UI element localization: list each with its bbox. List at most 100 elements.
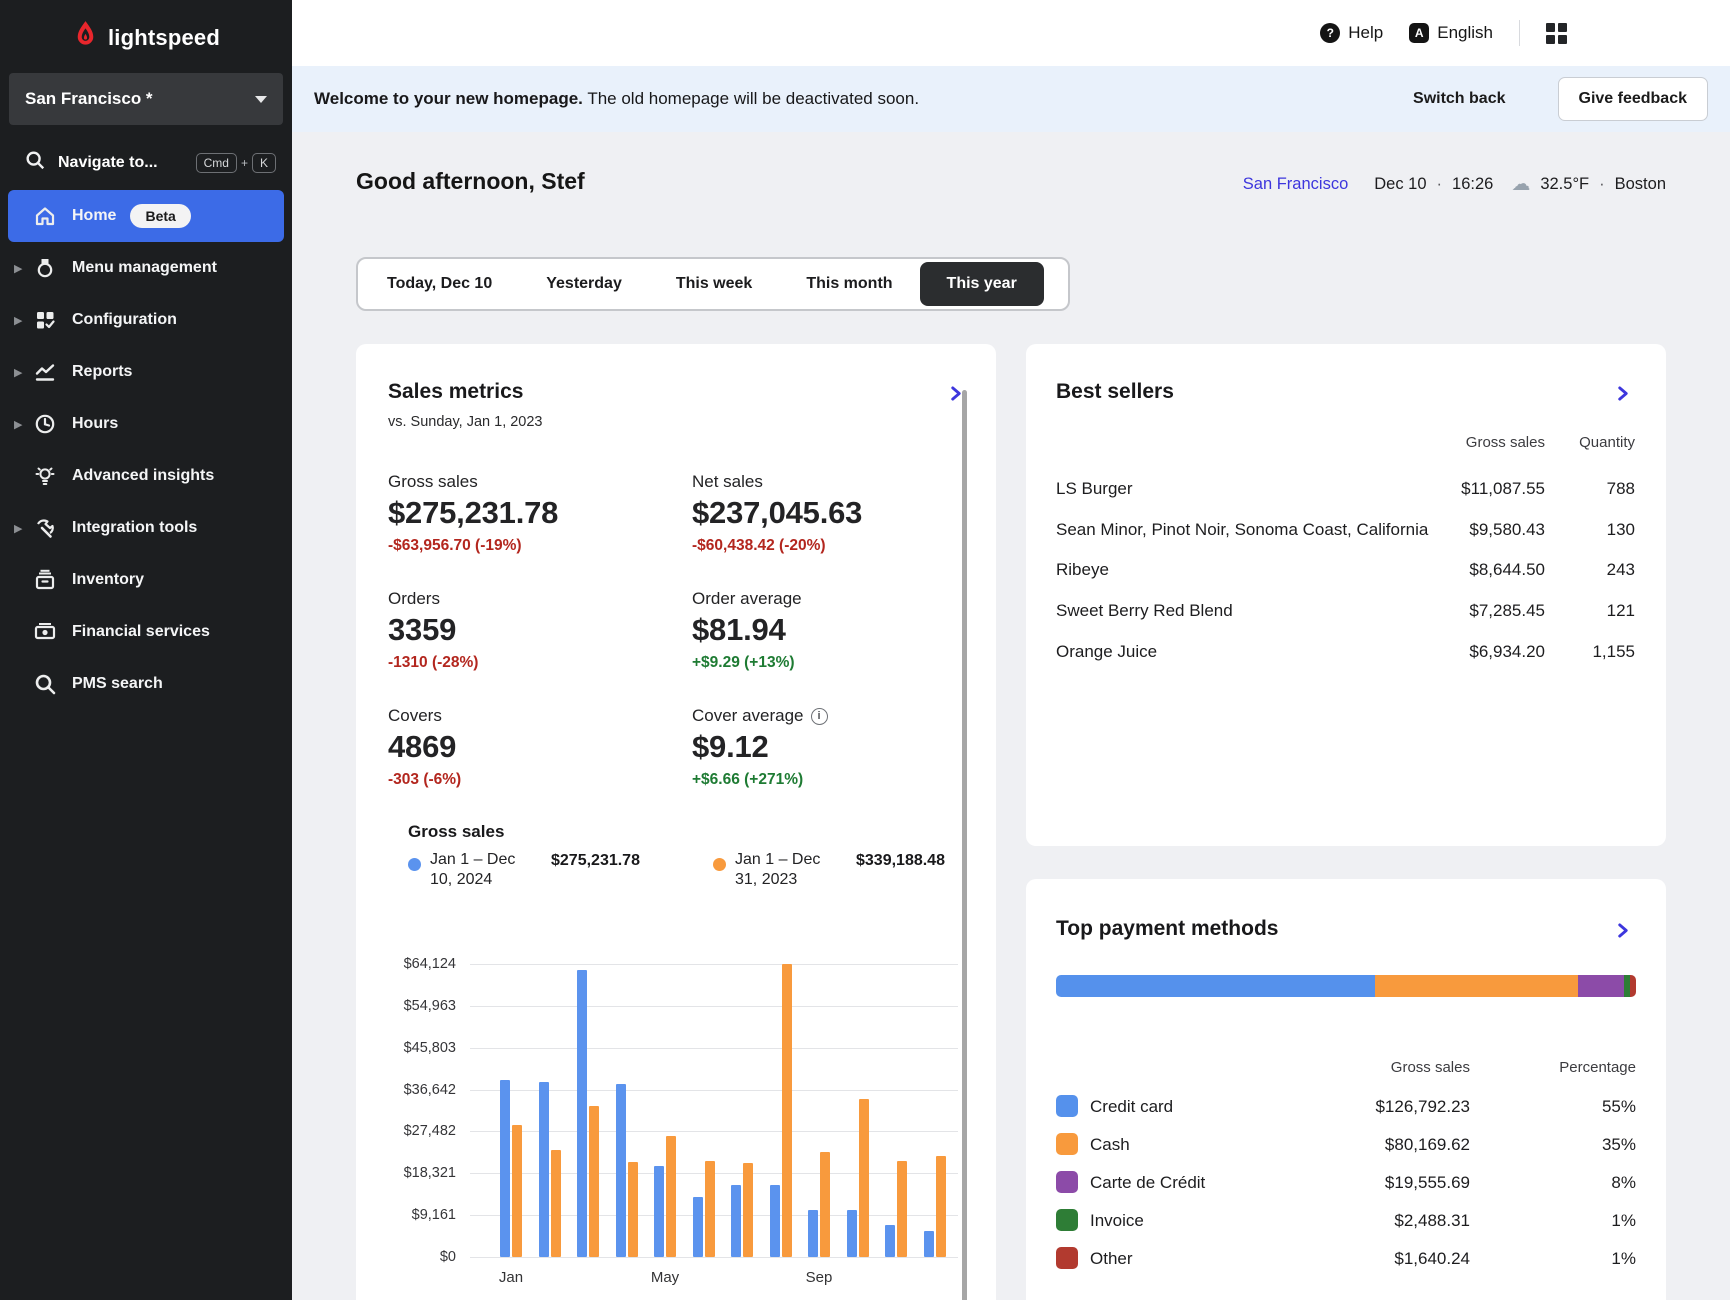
bar-sep-2023[interactable] <box>820 1152 830 1257</box>
metric-delta: -$63,956.70 (-19%) <box>388 537 668 555</box>
best-seller-gross-sales: $6,934.20 <box>1425 642 1545 662</box>
legend-label: Jan 1 – Dec 31, 2023 <box>735 850 847 890</box>
tab-yesterday[interactable]: Yesterday <box>519 262 649 306</box>
bar-jan-2024[interactable] <box>500 1080 510 1257</box>
y-axis-tick-label: $0 <box>356 1249 456 1265</box>
best-seller-quantity: 243 <box>1555 560 1635 580</box>
bar-mar-2024[interactable] <box>577 970 587 1257</box>
legend-total: $275,231.78 <box>551 852 640 870</box>
navigate-search[interactable]: Navigate to... Cmd + K <box>0 139 292 186</box>
expand-caret-icon[interactable]: ▶ <box>14 418 32 431</box>
metric-delta: +$9.29 (+13%) <box>692 654 972 672</box>
sidebar-item-reports[interactable]: ▶Reports <box>0 346 292 398</box>
payment-percentage: 35% <box>1566 1135 1636 1155</box>
location-selector[interactable]: San Francisco * <box>9 73 283 125</box>
app-switcher-icon[interactable] <box>1546 23 1567 44</box>
navigate-placeholder: Navigate to... <box>58 154 184 172</box>
bar-aug-2024[interactable] <box>770 1185 780 1257</box>
bar-oct-2024[interactable] <box>847 1210 857 1257</box>
bar-dec-2023[interactable] <box>936 1156 946 1257</box>
bar-feb-2023[interactable] <box>551 1150 561 1257</box>
bar-nov-2023[interactable] <box>897 1161 907 1257</box>
best-seller-name: Sweet Berry Red Blend <box>1056 601 1436 621</box>
advanced-insights-icon <box>32 464 58 488</box>
metric-cover-average: Cover averagei$9.12+$6.66 (+271%) <box>692 706 972 789</box>
best-seller-name: Sean Minor, Pinot Noir, Sonoma Coast, Ca… <box>1056 520 1436 540</box>
tab-today-dec-10[interactable]: Today, Dec 10 <box>360 262 519 306</box>
bar-oct-2023[interactable] <box>859 1099 869 1257</box>
switch-back-button[interactable]: Switch back <box>1413 90 1505 108</box>
tab-this-month[interactable]: This month <box>779 262 919 306</box>
legend-dot-icon <box>408 858 421 871</box>
bar-mar-2023[interactable] <box>589 1106 599 1257</box>
metric-label: Order average <box>692 589 802 609</box>
language-button[interactable]: A English <box>1409 23 1493 43</box>
payment-method-name: Credit card <box>1090 1097 1330 1117</box>
payment-gross-sales: $126,792.23 <box>1350 1097 1470 1117</box>
sidebar-item-advanced-insights[interactable]: Advanced insights <box>0 450 292 502</box>
sidebar-item-label: Advanced insights <box>72 467 214 485</box>
expand-caret-icon[interactable]: ▶ <box>14 262 32 275</box>
bar-jun-2024[interactable] <box>693 1197 703 1257</box>
y-axis-tick-label: $64,124 <box>356 956 456 972</box>
chart-title: Gross sales <box>408 822 504 842</box>
bar-aug-2023[interactable] <box>782 964 792 1257</box>
bar-apr-2023[interactable] <box>628 1162 638 1257</box>
sidebar-item-financial-services[interactable]: Financial services <box>0 606 292 658</box>
sidebar-item-home[interactable]: HomeBeta <box>8 190 284 242</box>
bar-apr-2024[interactable] <box>616 1084 626 1257</box>
stacked-segment-other <box>1630 975 1636 997</box>
sidebar-item-integration-tools[interactable]: ▶Integration tools <box>0 502 292 554</box>
metric-value: 3359 <box>388 612 668 648</box>
chart-gridline <box>470 1048 958 1049</box>
chevron-down-icon <box>255 96 267 103</box>
sidebar-item-menu-management[interactable]: ▶Menu management <box>0 242 292 294</box>
metric-gross-sales: Gross sales$275,231.78-$63,956.70 (-19%) <box>388 472 668 555</box>
bar-feb-2024[interactable] <box>539 1082 549 1257</box>
expand-caret-icon[interactable]: ▶ <box>14 522 32 535</box>
help-button[interactable]: ? Help <box>1320 23 1383 43</box>
tab-this-year[interactable]: This year <box>920 262 1044 306</box>
best-sellers-link-chevron-icon[interactable] <box>1615 386 1631 402</box>
sidebar-item-inventory[interactable]: Inventory <box>0 554 292 606</box>
dashboard-content: Good afternoon, Stef San Francisco Dec 1… <box>292 132 1730 1300</box>
bar-jan-2023[interactable] <box>512 1125 522 1257</box>
lightspeed-logo[interactable]: lightspeed <box>0 0 292 69</box>
bar-jul-2024[interactable] <box>731 1185 741 1257</box>
metric-value: $81.94 <box>692 612 972 648</box>
bar-jul-2023[interactable] <box>743 1163 753 1257</box>
bar-sep-2024[interactable] <box>808 1210 818 1257</box>
x-axis-tick-label: May <box>651 1269 679 1286</box>
give-feedback-button[interactable]: Give feedback <box>1558 77 1709 121</box>
metric-delta: -$60,438.42 (-20%) <box>692 537 972 555</box>
card-scrollbar[interactable] <box>962 390 967 1300</box>
payment-color-chip <box>1056 1095 1078 1117</box>
bar-may-2024[interactable] <box>654 1166 664 1257</box>
y-axis-tick-label: $27,482 <box>356 1123 456 1139</box>
sidebar-item-configuration[interactable]: ▶Configuration <box>0 294 292 346</box>
metric-order-average: Order average $81.94 +$9.29 (+13%) <box>692 589 972 672</box>
bar-may-2023[interactable] <box>666 1136 676 1257</box>
payment-method-name: Cash <box>1090 1135 1330 1155</box>
best-seller-gross-sales: $9,580.43 <box>1425 520 1545 540</box>
location-link[interactable]: San Francisco <box>1243 175 1348 194</box>
location-label: San Francisco * <box>25 89 153 109</box>
bar-nov-2024[interactable] <box>885 1225 895 1257</box>
chart-gridline <box>470 964 958 965</box>
expand-caret-icon[interactable]: ▶ <box>14 366 32 379</box>
payment-method-name: Carte de Crédit <box>1090 1173 1330 1193</box>
bar-jun-2023[interactable] <box>705 1161 715 1257</box>
tab-this-week[interactable]: This week <box>649 262 779 306</box>
chart-legend: Jan 1 – Dec 10, 2024$275,231.78Jan 1 – D… <box>408 850 948 890</box>
info-icon[interactable]: i <box>811 708 828 725</box>
stacked-segment-cash <box>1375 975 1578 997</box>
bar-dec-2024[interactable] <box>924 1231 934 1257</box>
lightspeed-flame-icon <box>72 20 99 55</box>
sidebar-item-pms-search[interactable]: PMS search <box>0 658 292 710</box>
payment-methods-stacked-bar <box>1056 975 1636 997</box>
best-seller-gross-sales: $8,644.50 <box>1425 560 1545 580</box>
sidebar-item-hours[interactable]: ▶Hours <box>0 398 292 450</box>
expand-caret-icon[interactable]: ▶ <box>14 314 32 327</box>
payment-methods-link-chevron-icon[interactable] <box>1615 923 1631 939</box>
chart-gridline <box>470 1257 958 1258</box>
